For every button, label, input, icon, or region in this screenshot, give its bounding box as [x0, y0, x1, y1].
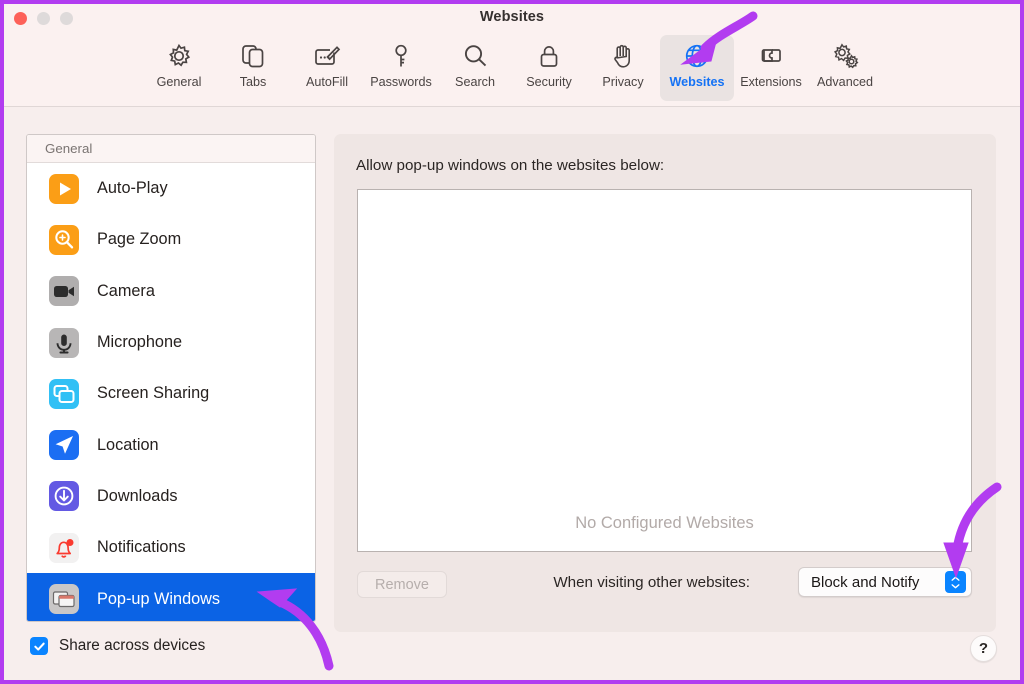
- globe-icon: [682, 41, 712, 71]
- panel-title: Allow pop-up windows on the websites bel…: [356, 157, 664, 174]
- help-button[interactable]: ?: [970, 635, 997, 662]
- tab-autofill-label: AutoFill: [306, 75, 348, 89]
- visiting-other-websites-label: When visiting other websites:: [553, 574, 750, 591]
- sidebar-item-popup-windows-label: Pop-up Windows: [97, 590, 220, 609]
- tab-advanced[interactable]: Advanced: [808, 35, 882, 101]
- tab-passwords-label: Passwords: [370, 75, 432, 89]
- hand-icon: [608, 41, 638, 71]
- tab-passwords[interactable]: Passwords: [364, 35, 438, 101]
- tab-general-label: General: [157, 75, 202, 89]
- tab-advanced-label: Advanced: [817, 75, 873, 89]
- remove-button[interactable]: Remove: [357, 571, 447, 598]
- tab-tabs[interactable]: Tabs: [216, 35, 290, 101]
- sidebar-item-camera-label: Camera: [97, 282, 155, 301]
- sidebar-section-header: General: [27, 135, 315, 163]
- gear-icon: [164, 41, 194, 71]
- sidebar-item-location-label: Location: [97, 436, 159, 455]
- popup-behavior-select-value: Block and Notify: [811, 574, 945, 591]
- microphone-icon: [47, 326, 81, 360]
- popup-windows-icon: [47, 582, 81, 616]
- autofill-pencil-icon: [312, 41, 342, 71]
- preferences-window: Websites General Tabs: [0, 0, 1024, 684]
- tab-tabs-label: Tabs: [240, 75, 267, 89]
- lock-icon: [534, 41, 564, 71]
- sidebar-item-auto-play-label: Auto-Play: [97, 179, 168, 198]
- tab-privacy[interactable]: Privacy: [586, 35, 660, 101]
- configured-websites-list[interactable]: No Configured Websites: [357, 189, 972, 552]
- tab-security-label: Security: [526, 75, 572, 89]
- sidebar-item-downloads-label: Downloads: [97, 487, 178, 506]
- share-across-devices-row[interactable]: Share across devices: [30, 637, 205, 655]
- sidebar-item-screen-sharing[interactable]: Screen Sharing: [27, 368, 315, 419]
- website-settings-sidebar[interactable]: General Auto-Play: [26, 134, 316, 622]
- title-bar: Websites: [4, 4, 1020, 32]
- gears-icon: [830, 41, 860, 71]
- key-icon: [386, 41, 416, 71]
- sidebar-item-camera[interactable]: Camera: [27, 266, 315, 317]
- camera-icon: [47, 274, 81, 308]
- location-icon: [47, 428, 81, 462]
- tab-websites-label: Websites: [669, 75, 724, 89]
- tab-privacy-label: Privacy: [602, 75, 643, 89]
- tab-search-label: Search: [455, 75, 495, 89]
- window-title: Websites: [4, 9, 1020, 25]
- play-icon: [47, 172, 81, 206]
- tab-search[interactable]: Search: [438, 35, 512, 101]
- sidebar-item-notifications[interactable]: Notifications: [27, 522, 315, 573]
- page-zoom-icon: [47, 223, 81, 257]
- sidebar-item-microphone[interactable]: Microphone: [27, 317, 315, 368]
- popup-windows-settings-panel: Allow pop-up windows on the websites bel…: [334, 134, 996, 632]
- empty-state-message: No Configured Websites: [358, 514, 971, 533]
- sidebar-item-screen-sharing-label: Screen Sharing: [97, 384, 209, 403]
- magnifier-icon: [460, 41, 490, 71]
- chevron-up-down-icon[interactable]: [945, 571, 966, 593]
- sidebar-item-notifications-label: Notifications: [97, 538, 186, 557]
- share-across-devices-label: Share across devices: [59, 637, 205, 655]
- sidebar-item-popup-windows[interactable]: Pop-up Windows: [27, 573, 315, 622]
- sidebar-item-downloads[interactable]: Downloads: [27, 471, 315, 522]
- tab-security[interactable]: Security: [512, 35, 586, 101]
- tab-websites[interactable]: Websites: [660, 35, 734, 101]
- tabs-icon: [238, 41, 268, 71]
- sidebar-item-page-zoom[interactable]: Page Zoom: [27, 214, 315, 265]
- preferences-toolbar: General Tabs AutoFill: [4, 32, 1020, 107]
- sidebar-item-auto-play[interactable]: Auto-Play: [27, 163, 315, 214]
- tab-autofill[interactable]: AutoFill: [290, 35, 364, 101]
- sidebar-item-microphone-label: Microphone: [97, 333, 182, 352]
- tab-general[interactable]: General: [142, 35, 216, 101]
- screen-sharing-icon: [47, 377, 81, 411]
- share-across-devices-checkbox[interactable]: [30, 637, 48, 655]
- tab-extensions-label: Extensions: [740, 75, 802, 89]
- sidebar-item-location[interactable]: Location: [27, 419, 315, 470]
- downloads-icon: [47, 479, 81, 513]
- notifications-bell-icon: [47, 531, 81, 565]
- tab-extensions[interactable]: Extensions: [734, 35, 808, 101]
- preferences-body: General Auto-Play: [4, 107, 1020, 680]
- popup-behavior-select[interactable]: Block and Notify: [798, 567, 972, 597]
- puzzle-icon: [756, 41, 786, 71]
- sidebar-item-page-zoom-label: Page Zoom: [97, 230, 181, 249]
